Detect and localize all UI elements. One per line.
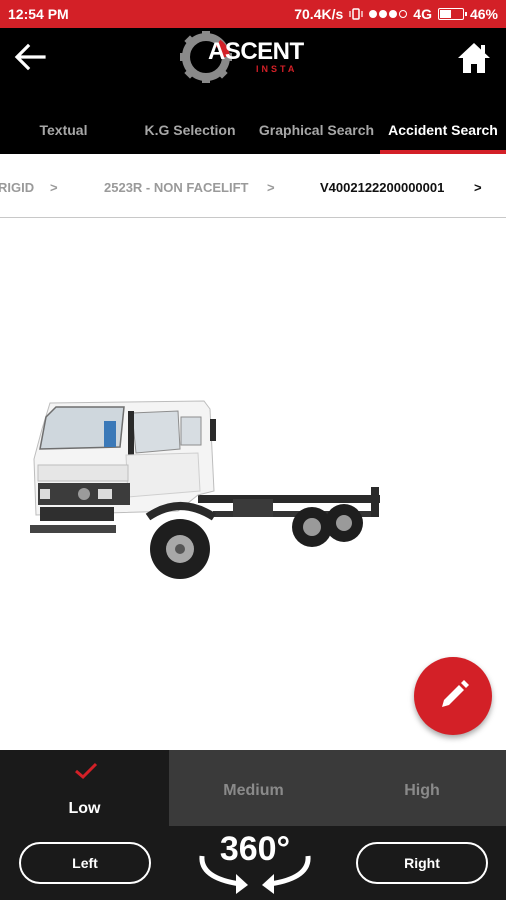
breadcrumb-separator: > (267, 180, 275, 195)
severity-high-button[interactable]: High (338, 750, 506, 826)
vibrate-icon (349, 8, 363, 20)
check-icon (75, 762, 98, 780)
severity-label: Low (68, 800, 101, 817)
network-type: 4G (413, 6, 432, 22)
tab-kg-selection[interactable]: K.G Selection (127, 106, 253, 154)
tab-graphical-search[interactable]: Graphical Search (253, 106, 380, 154)
net-speed: 70.4K/s (294, 6, 344, 22)
severity-medium-button[interactable]: Medium (169, 750, 338, 826)
app-logo: ASCENT INSTA (178, 28, 328, 86)
rotate-arrows-icon (199, 855, 311, 894)
signal-icon (369, 10, 408, 18)
home-icon (458, 43, 490, 73)
rotate-360-control[interactable]: 360° (196, 830, 314, 894)
logo-subtext: INSTA (256, 64, 298, 74)
damage-control-panel: Low Medium High Left 360° Right (0, 750, 506, 900)
logo-text: ASCENT (208, 38, 304, 65)
edit-fab-button[interactable] (414, 657, 492, 735)
breadcrumb-label: 2523R - NON FACELIFT (104, 180, 249, 195)
tab-label: K.G Selection (144, 122, 236, 138)
breadcrumb-item-model[interactable]: 2523R - NON FACELIFT (104, 180, 248, 195)
breadcrumb-label: V4002122200000001 (320, 180, 445, 195)
back-button[interactable] (12, 42, 48, 72)
battery-icon (437, 8, 467, 20)
tab-textual[interactable]: Textual (0, 106, 127, 154)
status-time: 12:54 PM (8, 6, 69, 22)
tab-accident-search[interactable]: Accident Search (380, 106, 506, 154)
back-arrow-icon (14, 43, 46, 71)
app-bar: ASCENT INSTA Textual K.G Selection Graph… (0, 28, 506, 154)
vehicle-viewer[interactable] (0, 219, 506, 750)
severity-label: Medium (223, 782, 284, 799)
severity-label: High (404, 782, 440, 799)
status-indicators: 70.4K/s 4G 46% (294, 6, 498, 22)
pencil-icon (442, 680, 469, 707)
status-bar: 12:54 PM 70.4K/s 4G 46% (0, 0, 506, 28)
rotate-left-button[interactable]: Left (19, 842, 151, 884)
tab-label: Textual (39, 122, 88, 138)
tab-bar: Textual K.G Selection Graphical Search A… (0, 106, 506, 154)
rotate-right-label: Right (404, 855, 440, 871)
breadcrumb-item-rigid[interactable]: RIGID (0, 180, 34, 195)
rotate-left-label: Left (72, 855, 98, 871)
breadcrumb-item-vin[interactable]: V4002122200000001 (320, 180, 444, 195)
tab-label: Accident Search (388, 122, 498, 138)
truck-image (30, 400, 380, 579)
home-button[interactable] (456, 40, 492, 76)
tab-label: Graphical Search (258, 122, 375, 138)
breadcrumb-label: RIGID (0, 180, 35, 195)
breadcrumb-separator: > (474, 180, 482, 195)
breadcrumb-separator: > (50, 180, 58, 195)
rotate-right-button[interactable]: Right (356, 842, 488, 884)
breadcrumb: RIGID > 2523R - NON FACELIFT > V40021222… (0, 154, 506, 218)
severity-low-button[interactable]: Low (0, 750, 169, 826)
battery-percent: 46% (469, 6, 498, 22)
